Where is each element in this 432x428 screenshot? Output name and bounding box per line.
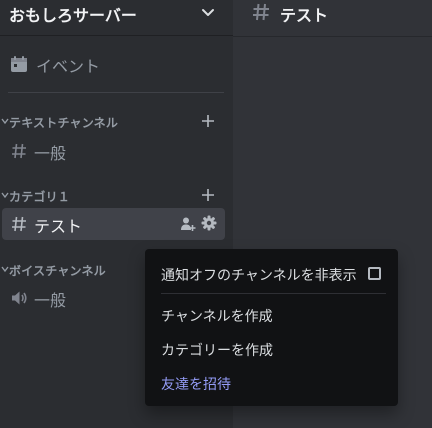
- menu-item-create-category[interactable]: カテゴリーを作成: [153, 332, 390, 364]
- menu-item-label: チャンネルを作成: [161, 309, 273, 325]
- channel-general[interactable]: 一般: [2, 135, 225, 167]
- channel-test[interactable]: テスト: [2, 208, 225, 240]
- events-link[interactable]: イベント: [8, 52, 222, 76]
- plus-icon[interactable]: [200, 187, 216, 203]
- checkbox[interactable]: [368, 267, 381, 280]
- category-1[interactable]: カテゴリ１: [0, 187, 224, 205]
- channel-label: 一般: [34, 291, 67, 310]
- menu-item-label: 友達を招待: [161, 377, 231, 393]
- invite-member-icon[interactable]: [180, 216, 196, 232]
- channel-label: テスト: [34, 217, 83, 236]
- menu-item-label: 通知オフのチャンネルを非表示: [161, 268, 357, 284]
- category-label: テキストチャンネル: [9, 116, 119, 130]
- channel-header: テスト: [233, 0, 432, 37]
- server-name: おもしろサーバー: [9, 6, 137, 25]
- plus-icon[interactable]: [200, 113, 216, 129]
- context-menu: 通知オフのチャンネルを非表示 チャンネルを作成 カテゴリーを作成 友達を招待: [145, 249, 398, 406]
- channel-title: テスト: [280, 6, 329, 25]
- chevron-down-icon: [1, 266, 9, 273]
- menu-item-create-channel[interactable]: チャンネルを作成: [153, 298, 390, 330]
- hash-icon: [12, 216, 26, 232]
- events-label: イベント: [36, 57, 101, 76]
- hash-icon: [253, 3, 269, 21]
- category-label: ボイスチャンネル: [9, 264, 106, 278]
- menu-item-hide-muted[interactable]: 通知オフのチャンネルを非表示: [153, 257, 390, 289]
- category-text-channels[interactable]: テキストチャンネル: [0, 113, 224, 131]
- menu-item-invite-friends[interactable]: 友達を招待: [153, 366, 390, 398]
- category-label: カテゴリ１: [9, 190, 71, 204]
- menu-item-label: カテゴリーを作成: [161, 343, 273, 359]
- chevron-down-icon[interactable]: [200, 4, 216, 20]
- chevron-down-icon: [1, 118, 9, 125]
- menu-separator: [161, 293, 386, 294]
- chevron-down-icon: [1, 192, 9, 199]
- calendar-icon: [11, 56, 27, 72]
- sidebar-divider: [8, 92, 224, 93]
- hash-icon: [12, 143, 26, 159]
- channel-label: 一般: [34, 144, 67, 163]
- server-header[interactable]: おもしろサーバー: [0, 0, 233, 36]
- gear-icon[interactable]: [201, 215, 217, 231]
- speaker-icon: [12, 291, 27, 305]
